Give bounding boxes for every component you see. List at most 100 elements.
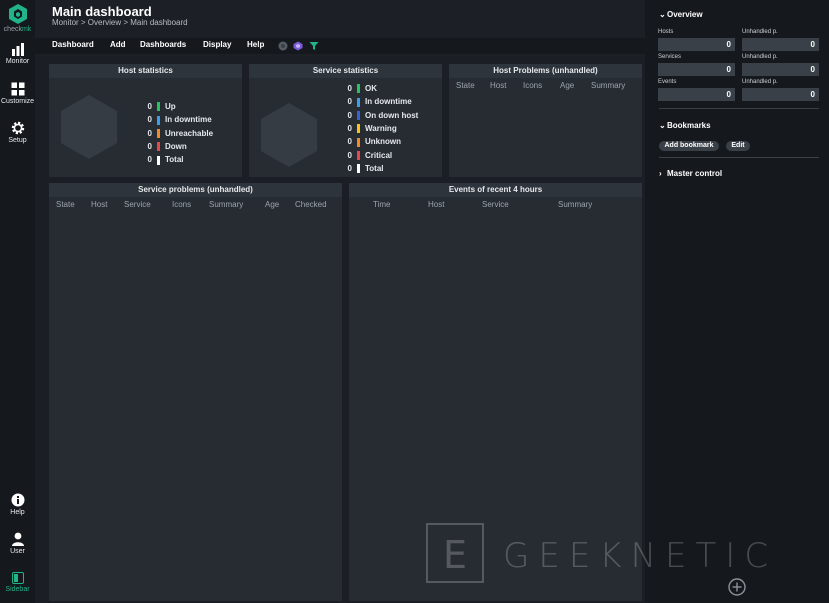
checkmk-logo-icon xyxy=(8,4,27,24)
overview-hosts-value[interactable]: 0 xyxy=(658,38,735,51)
checkmk-logo[interactable]: checkmk xyxy=(0,3,35,33)
overview-events-unhandled-value[interactable]: 0 xyxy=(742,88,819,101)
info-icon xyxy=(11,493,24,507)
toggle-icon[interactable] xyxy=(278,41,288,51)
column-header[interactable]: State xyxy=(56,200,75,209)
column-header[interactable]: Age xyxy=(265,200,279,209)
host-stat-row[interactable]: 0 Up xyxy=(146,101,176,112)
column-header[interactable]: Service xyxy=(124,200,151,209)
add-snapin-icon[interactable] xyxy=(728,578,746,596)
service-stat-label: In downtime xyxy=(365,97,412,107)
overview-services-label: Services xyxy=(658,54,682,60)
column-header[interactable]: Checked xyxy=(295,200,327,209)
service-stat-row[interactable]: 0 Unknown xyxy=(346,136,401,147)
add-bookmark-button[interactable]: Add bookmark xyxy=(659,141,719,151)
service-stat-count: 0 xyxy=(347,137,352,147)
service-stat-row[interactable]: 0 Total xyxy=(346,163,384,174)
gear-icon xyxy=(11,121,24,135)
menu-add[interactable]: Add xyxy=(110,40,126,49)
overview-events-unhandled-label: Unhandled p. xyxy=(742,79,778,85)
edit-bookmarks-button[interactable]: Edit xyxy=(726,141,750,151)
overview-hosts-unhandled-value[interactable]: 0 xyxy=(742,38,819,51)
events-columns: Time Host Service Summary xyxy=(349,200,642,210)
service-stat-count: 0 xyxy=(347,163,352,173)
nav-user[interactable]: User xyxy=(0,532,35,555)
overview-services-value[interactable]: 0 xyxy=(658,63,735,76)
service-stat-color-bar xyxy=(357,137,360,147)
nav-sidebar[interactable]: Sidebar xyxy=(0,572,35,593)
service-stat-color-bar xyxy=(357,110,360,120)
menu-display[interactable]: Display xyxy=(203,40,231,49)
sidebar-toggle-icon xyxy=(11,572,24,584)
column-header[interactable]: Summary xyxy=(591,81,625,90)
menu-dashboard[interactable]: Dashboard xyxy=(52,40,94,49)
column-header[interactable]: Host xyxy=(428,200,444,209)
overview-events-value[interactable]: 0 xyxy=(658,88,735,101)
service-statistics-dashlet: Service statistics 0 OK 0 In downtime 0 On do… xyxy=(249,64,442,177)
service-stat-label: OK xyxy=(365,84,377,93)
service-hexagon[interactable] xyxy=(259,101,319,169)
nav-customize-label: Customize xyxy=(0,98,35,105)
host-problems-dashlet: Host Problems (unhandled) State Host Ico… xyxy=(449,64,642,177)
column-header[interactable]: Host xyxy=(490,81,506,90)
host-stat-label: Down xyxy=(165,141,187,151)
nav-monitor[interactable]: Monitor xyxy=(0,43,35,65)
host-problems-title: Host Problems (unhandled) xyxy=(449,64,642,78)
overview-snapin-header[interactable]: ⌄Overview xyxy=(659,10,703,19)
chevron-down-icon: ⌄ xyxy=(659,10,666,19)
service-stat-row[interactable]: 0 On down host xyxy=(346,110,418,121)
service-stat-label: Critical xyxy=(365,150,393,160)
nav-customize[interactable]: Customize xyxy=(0,82,35,105)
nav-setup-label: Setup xyxy=(8,137,27,144)
column-header[interactable]: Icons xyxy=(172,200,191,209)
service-statistics-title: Service statistics xyxy=(249,64,442,78)
host-statistics-dashlet: Host statistics 0 Up 0 In downtime 0 Unreacha… xyxy=(49,64,242,177)
host-stat-color-bar xyxy=(157,128,160,138)
column-header[interactable]: Summary xyxy=(558,200,592,209)
menu-help[interactable]: Help xyxy=(247,40,264,49)
menu-dashboards[interactable]: Dashboards xyxy=(140,40,186,49)
service-stat-row[interactable]: 0 OK xyxy=(346,83,377,94)
divider xyxy=(659,157,819,158)
column-header[interactable]: Summary xyxy=(209,200,243,209)
host-stat-label: Unreachable xyxy=(165,128,214,138)
service-stat-count: 0 xyxy=(347,97,352,107)
service-stat-row[interactable]: 0 In downtime xyxy=(346,96,412,107)
column-header[interactable]: Host xyxy=(91,200,107,209)
overview-hosts-unhandled-label: Unhandled p. xyxy=(742,29,778,35)
app-window: checkmk Monitor Customize Setup Help Use… xyxy=(0,0,829,603)
service-problems-dashlet: Service problems (unhandled) State Host … xyxy=(49,183,342,601)
service-stat-row[interactable]: 0 Critical xyxy=(346,150,392,161)
breadcrumb[interactable]: Monitor > Overview > Main dashboard xyxy=(52,18,188,27)
grid-icon xyxy=(11,82,24,96)
cube-icon[interactable] xyxy=(293,41,303,51)
overview-services-unhandled-value[interactable]: 0 xyxy=(742,63,819,76)
nav-user-label: User xyxy=(10,548,25,555)
service-stat-label: Warning xyxy=(365,123,397,133)
host-stat-count: 0 xyxy=(147,141,152,151)
host-stat-row[interactable]: 0 Total xyxy=(146,154,184,165)
overview-hosts-label: Hosts xyxy=(658,29,674,35)
service-stat-color-bar xyxy=(357,97,360,107)
column-header[interactable]: State xyxy=(456,81,475,90)
host-stat-count: 0 xyxy=(147,128,152,138)
service-stat-row[interactable]: 0 Warning xyxy=(346,123,397,134)
column-header[interactable]: Icons xyxy=(523,81,542,90)
service-stat-label: Total xyxy=(365,163,384,173)
host-hexagon[interactable] xyxy=(59,93,119,161)
column-header[interactable]: Age xyxy=(560,81,574,90)
host-stat-row[interactable]: 0 Down xyxy=(146,141,187,152)
nav-help[interactable]: Help xyxy=(0,493,35,516)
host-stat-row[interactable]: 0 In downtime xyxy=(146,114,212,125)
column-header[interactable]: Time xyxy=(373,200,390,209)
filter-icon[interactable] xyxy=(309,41,319,51)
nav-setup[interactable]: Setup xyxy=(0,121,35,144)
logo-text: checkmk xyxy=(3,26,32,33)
page-header: Main dashboard Monitor > Overview > Main… xyxy=(35,0,645,56)
bookmarks-snapin-header[interactable]: ⌄Bookmarks xyxy=(659,121,711,130)
host-stat-row[interactable]: 0 Unreachable xyxy=(146,128,213,139)
column-header[interactable]: Service xyxy=(482,200,509,209)
service-stat-color-bar xyxy=(357,84,360,94)
dashboard-area: Host statistics 0 Up 0 In downtime 0 Unreacha… xyxy=(35,56,645,603)
master-control-snapin-header[interactable]: › Master control xyxy=(659,169,722,178)
